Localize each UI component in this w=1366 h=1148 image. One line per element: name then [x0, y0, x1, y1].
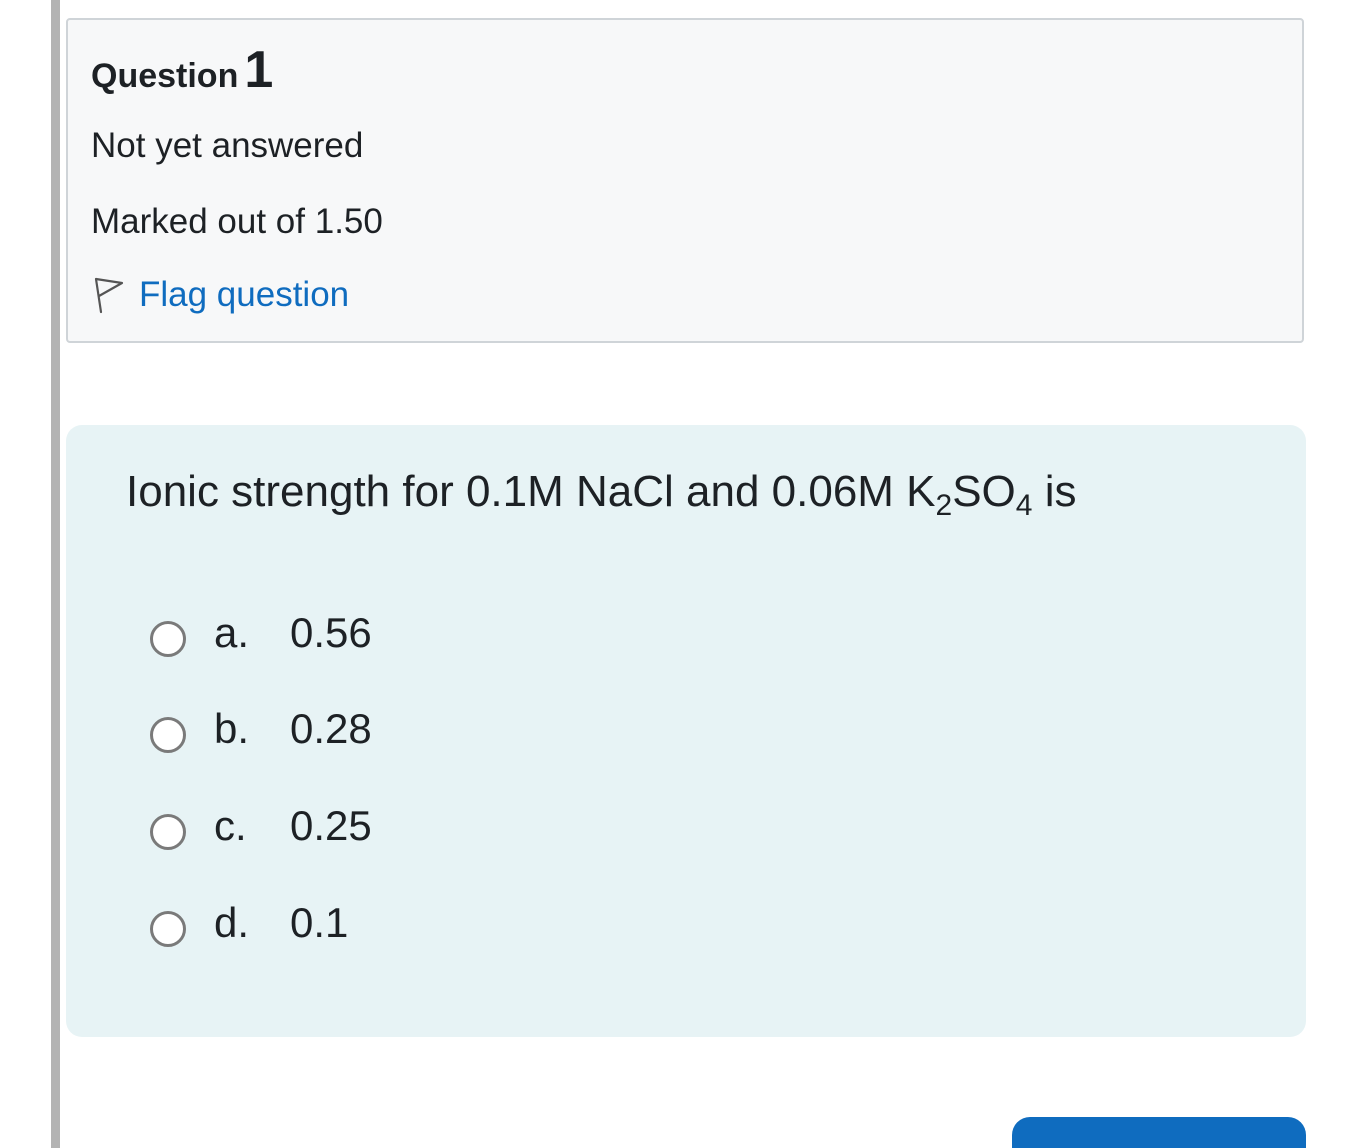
- subscript-2: 2: [935, 489, 953, 522]
- question-label: Question: [91, 57, 239, 95]
- option-letter: d.: [214, 899, 250, 946]
- question-text-mid: SO: [952, 467, 1016, 516]
- answer-option-a[interactable]: a. 0.56: [150, 603, 372, 663]
- flag-icon: [91, 275, 127, 315]
- next-page-button[interactable]: [1012, 1117, 1306, 1148]
- question-state: Not yet answered: [91, 126, 364, 165]
- option-letter: a.: [214, 609, 250, 656]
- option-value[interactable]: 0.56: [290, 609, 372, 657]
- option-letter: c.: [214, 802, 247, 849]
- left-border-rule: [51, 0, 60, 1148]
- question-grade: Marked out of 1.50: [91, 202, 383, 241]
- flag-question-label[interactable]: Flag question: [139, 275, 349, 315]
- option-value[interactable]: 0.28: [290, 705, 372, 753]
- question-title: Question 1: [91, 40, 273, 100]
- answer-option-b[interactable]: b. 0.28: [150, 699, 372, 759]
- question-text-suffix: is: [1032, 467, 1077, 516]
- question-text-prefix: Ionic strength for 0.1M NaCl and 0.06M K: [126, 467, 936, 516]
- flag-question-link[interactable]: Flag question: [91, 275, 349, 315]
- option-value[interactable]: 0.1: [290, 899, 348, 947]
- question-formulation: Ionic strength for 0.1M NaCl and 0.06M K…: [66, 425, 1306, 1037]
- option-value[interactable]: 0.25: [290, 802, 372, 850]
- answer-option-c[interactable]: c. 0.25: [150, 796, 372, 856]
- question-text: Ionic strength for 0.1M NaCl and 0.06M K…: [126, 467, 1077, 521]
- radio-button-d[interactable]: [150, 911, 186, 947]
- radio-button-a[interactable]: [150, 621, 186, 657]
- radio-button-b[interactable]: [150, 717, 186, 753]
- quiz-page: Question 1 Not yet answered Marked out of…: [0, 0, 1366, 1148]
- answer-option-d[interactable]: d. 0.1: [150, 893, 348, 953]
- question-info-panel: Question 1 Not yet answered Marked out of…: [66, 18, 1304, 343]
- option-letter: b.: [214, 705, 250, 752]
- question-number: 1: [244, 41, 274, 99]
- subscript-4: 4: [1015, 489, 1033, 522]
- radio-button-c[interactable]: [150, 814, 186, 850]
